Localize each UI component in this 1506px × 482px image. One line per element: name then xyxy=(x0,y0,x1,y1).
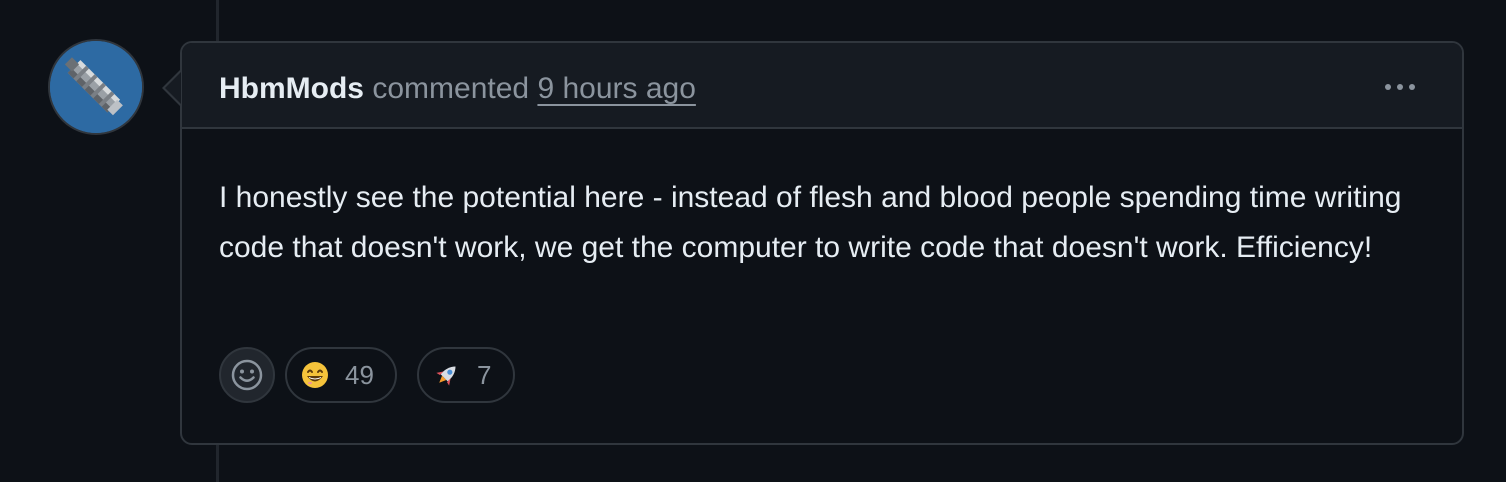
reaction-rocket-button[interactable]: 7 xyxy=(417,347,515,403)
comment-meta: HbmMods commented 9 hours ago xyxy=(219,69,696,109)
reaction-count: 7 xyxy=(477,359,492,390)
comment-action: commented xyxy=(372,72,530,105)
avatar[interactable] xyxy=(48,39,144,135)
add-reaction-button[interactable] xyxy=(219,347,275,403)
pixel-art-avatar-icon xyxy=(50,41,142,133)
timestamp-link[interactable]: 9 hours ago xyxy=(537,72,695,105)
more-options-button[interactable] xyxy=(1378,71,1422,103)
issue-timeline: HbmMods commented 9 hours ago I honestly… xyxy=(0,0,1506,482)
kebab-horizontal-icon xyxy=(1385,84,1391,90)
comment-pointer-inner xyxy=(165,72,181,104)
smiley-icon xyxy=(231,359,263,391)
grinning-face-emoji-icon xyxy=(301,361,329,389)
kebab-horizontal-icon xyxy=(1409,84,1415,90)
author-link[interactable]: HbmMods xyxy=(219,72,364,105)
reaction-laugh-button[interactable]: 49 xyxy=(285,347,397,403)
rocket-emoji-icon xyxy=(433,361,461,389)
comment-card: HbmMods commented 9 hours ago I honestly… xyxy=(180,41,1464,445)
reaction-count: 49 xyxy=(345,359,374,390)
kebab-horizontal-icon xyxy=(1397,84,1403,90)
comment-header: HbmMods commented 9 hours ago xyxy=(182,43,1462,129)
reactions-bar: 49 7 xyxy=(219,347,515,403)
comment-body: I honestly see the potential here - inst… xyxy=(219,181,1402,264)
